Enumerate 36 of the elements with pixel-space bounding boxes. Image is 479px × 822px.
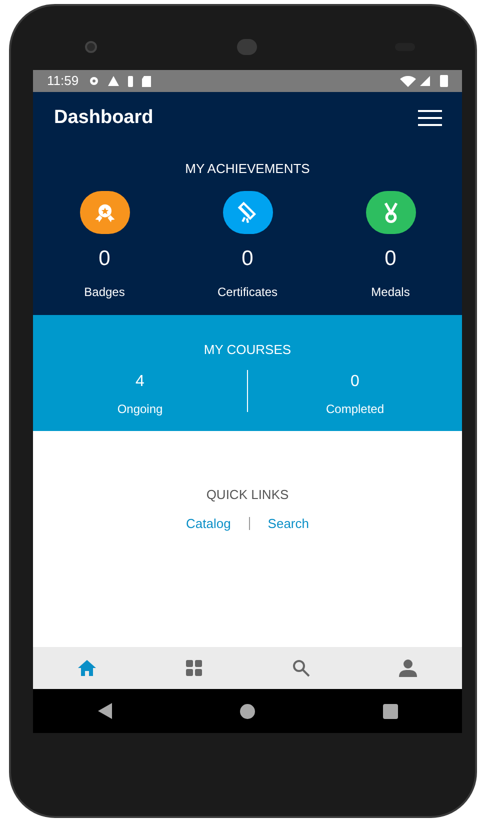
triangle-icon [108, 76, 119, 86]
achievement-icon[interactable] [222, 191, 272, 234]
home-icon [76, 659, 97, 677]
wifi-icon [400, 76, 416, 86]
section-title: MY COURSES [204, 342, 292, 357]
status-time: 11:59 [47, 72, 79, 90]
page-title: Dashboard [54, 106, 154, 130]
recents-button[interactable] [383, 704, 398, 718]
back-icon[interactable] [98, 703, 112, 719]
achievement-label: Certificates [217, 284, 278, 301]
person-icon [398, 659, 418, 677]
achievement-count: 0 [384, 247, 396, 271]
grid-icon [184, 659, 203, 677]
achievement-label: Badges [84, 284, 125, 301]
achievement-count: 0 [242, 247, 254, 271]
course-count: 4 [136, 372, 144, 392]
menu-icon[interactable] [418, 110, 442, 126]
course-label: Ongoing [117, 401, 163, 418]
camera-icon [85, 41, 97, 53]
speaker-icon [237, 39, 257, 55]
achievement-count: 0 [98, 247, 110, 271]
course-count: 0 [350, 372, 360, 392]
section-title: QUICK LINKS [206, 486, 289, 504]
gear-icon [88, 76, 99, 86]
section-title: MY ACHIEVEMENTS [185, 161, 310, 176]
course-label: Completed [326, 401, 384, 418]
home-button[interactable] [240, 704, 255, 718]
achievement-icon[interactable] [80, 191, 130, 234]
quick-link[interactable]: Search [268, 514, 309, 533]
quick-link[interactable]: Catalog [186, 514, 231, 533]
achievement-label: Medals [371, 284, 410, 301]
signal-icon [420, 76, 430, 86]
search-icon [292, 659, 310, 677]
sd-card-icon [142, 76, 151, 86]
battery-icon [440, 75, 448, 87]
achievement-icon[interactable] [366, 191, 416, 234]
